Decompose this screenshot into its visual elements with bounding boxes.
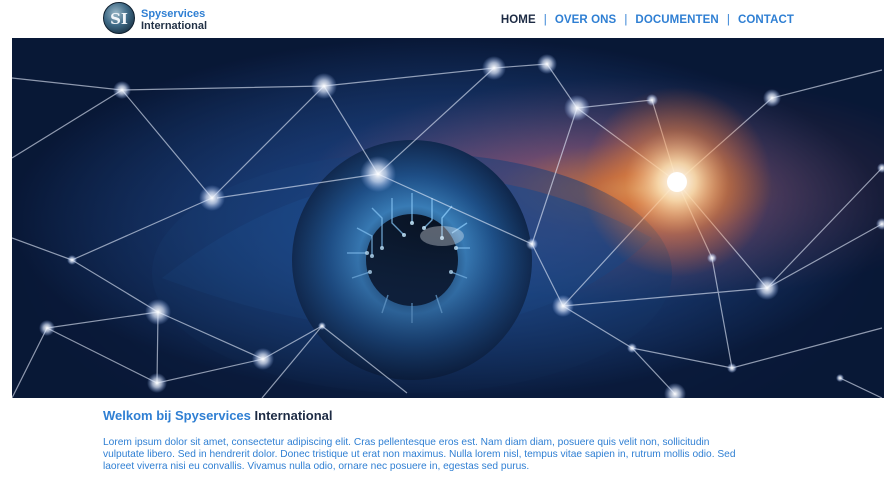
nav-separator: |	[624, 14, 628, 26]
logo-text[interactable]: Spyservices International	[141, 8, 207, 32]
nav-over-ons[interactable]: OVER ONS	[555, 14, 617, 26]
nav-home[interactable]: HOME	[501, 14, 536, 26]
logo-line2: International	[141, 20, 208, 32]
intro-paragraph: Lorem ipsum dolor sit amet, consectetur …	[103, 437, 736, 472]
nav-contact[interactable]: CONTACT	[738, 14, 794, 26]
main-nav: HOME | OVER ONS | DOCUMENTEN | CONTACT	[501, 14, 794, 26]
logo-mark-text: SI	[110, 10, 128, 28]
logo-icon[interactable]: SI	[103, 2, 135, 34]
page-title: Welkom bij Spyservices International	[103, 408, 333, 423]
site-header: SI Spyservices International HOME | OVER O…	[0, 0, 896, 38]
eye-network-image	[12, 38, 884, 398]
title-part1: Welkom bij Spyservices	[103, 408, 251, 423]
nav-separator: |	[726, 14, 730, 26]
nav-separator: |	[543, 14, 547, 26]
title-part2: International	[254, 408, 333, 423]
hero-banner	[12, 38, 884, 398]
nav-documenten[interactable]: DOCUMENTEN	[635, 14, 718, 26]
logo-line1: Spyservices	[141, 8, 206, 20]
